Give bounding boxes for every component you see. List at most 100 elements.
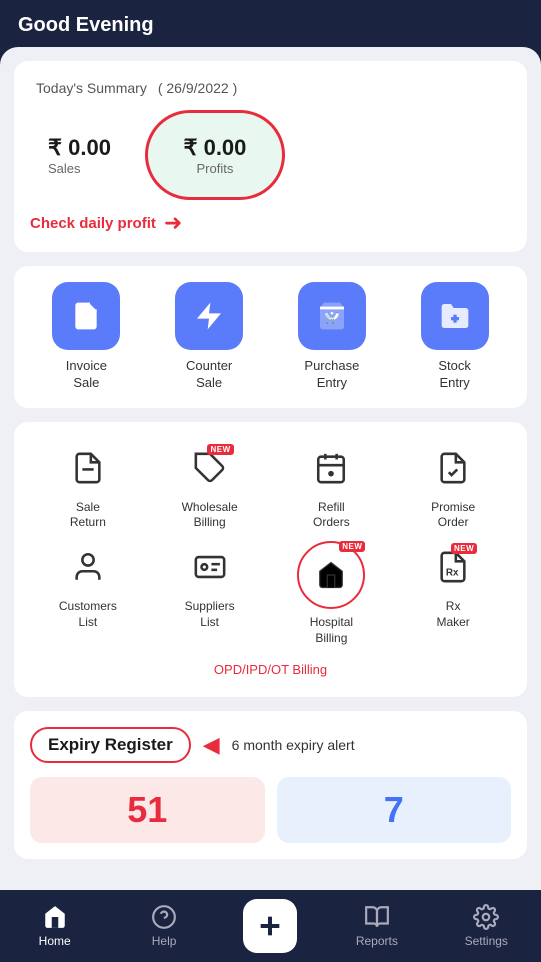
stock-entry-label: StockEntry xyxy=(438,358,471,392)
expiry-numbers: 51 7 xyxy=(30,777,511,843)
expiry-title-circle[interactable]: Expiry Register xyxy=(30,727,191,763)
nav-reports[interactable]: Reports xyxy=(347,904,407,948)
rx-icon: Rx xyxy=(436,550,470,584)
hospital-billing-circle: NEW xyxy=(297,541,365,609)
sales-box: ₹ 0.00 Sales xyxy=(30,125,129,186)
summary-date: ( 26/9/2022 ) xyxy=(158,80,237,96)
counter-sale-icon-btn xyxy=(175,282,243,350)
expiry-red-box[interactable]: 51 xyxy=(30,777,265,843)
refill-orders-label: RefillOrders xyxy=(313,500,350,531)
gear-icon xyxy=(473,904,499,930)
tag-icon xyxy=(193,451,227,485)
new-badge-rx: NEW xyxy=(451,543,477,554)
stock-entry-icon-btn xyxy=(421,282,489,350)
home-icon xyxy=(42,904,68,930)
invoice-sale-button[interactable]: InvoiceSale xyxy=(52,282,120,392)
expiry-header: Expiry Register ◀ 6 month expiry alert xyxy=(30,727,511,763)
user-icon xyxy=(71,550,105,584)
opd-text: OPD/IPD/OT Billing xyxy=(30,662,511,677)
nav-settings[interactable]: Settings xyxy=(456,904,516,948)
bottom-nav: Home Help Reports Settings xyxy=(0,890,541,962)
sale-return-icon xyxy=(62,442,114,494)
sale-return-label: SaleReturn xyxy=(70,500,106,531)
nav-help[interactable]: Help xyxy=(134,904,194,948)
svg-text:Rx: Rx xyxy=(446,567,459,578)
file-icon xyxy=(70,300,102,332)
file-return-icon xyxy=(71,451,105,485)
rx-maker-icon: NEW Rx xyxy=(427,541,479,593)
bolt-icon xyxy=(193,300,225,332)
nav-reports-label: Reports xyxy=(356,934,398,948)
reports-icon xyxy=(364,904,390,930)
rx-maker-button[interactable]: NEW Rx RxMaker xyxy=(395,541,511,646)
expiry-register-card: Expiry Register ◀ 6 month expiry alert 5… xyxy=(14,711,527,859)
profit-box[interactable]: ₹ 0.00 Profits xyxy=(145,110,285,200)
purchase-entry-icon-btn: 🛒 xyxy=(298,282,366,350)
sale-return-button[interactable]: SaleReturn xyxy=(30,442,146,531)
expiry-title: Expiry Register xyxy=(48,735,173,754)
quick-actions-grid: InvoiceSale CounterSale � xyxy=(30,282,511,392)
secondary-grid: SaleReturn NEW WholesaleBilling xyxy=(30,438,511,681)
invoice-sale-icon-btn xyxy=(52,282,120,350)
nav-add-button[interactable] xyxy=(243,899,297,953)
check-profit-row[interactable]: Check daily profit ➜ xyxy=(30,210,511,236)
hospital-billing-label: HospitalBilling xyxy=(310,615,353,646)
refill-orders-button[interactable]: RefillOrders xyxy=(274,442,390,531)
expiry-blue-number: 7 xyxy=(384,789,404,831)
new-badge-hospital: NEW xyxy=(339,541,365,552)
check-profit-text: Check daily profit xyxy=(30,215,156,232)
summary-values: ₹ 0.00 Sales ₹ 0.00 Profits xyxy=(30,110,511,200)
sales-label: Sales xyxy=(48,161,111,176)
suppliers-list-button[interactable]: SuppliersList xyxy=(152,541,268,646)
arrow-right-icon: ➜ xyxy=(164,210,182,236)
nav-home-label: Home xyxy=(39,934,71,948)
cart-icon: 🛒 xyxy=(316,300,348,332)
summary-title: Today's Summary xyxy=(36,80,147,96)
file-check-icon xyxy=(436,451,470,485)
wholesale-billing-icon: NEW xyxy=(184,442,236,494)
summary-title-row: Today's Summary ( 26/9/2022 ) xyxy=(30,77,511,98)
promise-order-label: PromiseOrder xyxy=(431,500,475,531)
promise-order-icon xyxy=(427,442,479,494)
expiry-red-number: 51 xyxy=(127,789,167,831)
expiry-arrow-icon: ◀ xyxy=(203,732,220,758)
purchase-entry-button[interactable]: 🛒 PurchaseEntry xyxy=(298,282,366,392)
expiry-blue-box[interactable]: 7 xyxy=(277,777,512,843)
rx-maker-label: RxMaker xyxy=(436,599,469,630)
calendar-icon xyxy=(314,451,348,485)
profit-amount: ₹ 0.00 xyxy=(183,135,246,161)
header: Good Evening xyxy=(0,0,541,47)
counter-sale-label: CounterSale xyxy=(186,358,232,392)
nav-home[interactable]: Home xyxy=(25,904,85,948)
suppliers-list-label: SuppliersList xyxy=(185,599,235,630)
id-card-icon xyxy=(193,550,227,584)
main-content: Today's Summary ( 26/9/2022 ) ₹ 0.00 Sal… xyxy=(0,47,541,953)
wholesale-billing-label: WholesaleBilling xyxy=(182,500,238,531)
help-icon xyxy=(151,904,177,930)
new-badge-wholesale: NEW xyxy=(207,444,233,455)
promise-order-button[interactable]: PromiseOrder xyxy=(395,442,511,531)
customers-list-icon xyxy=(62,541,114,593)
profit-label: Profits xyxy=(197,161,234,176)
purchase-entry-label: PurchaseEntry xyxy=(304,358,359,392)
secondary-actions-card: SaleReturn NEW WholesaleBilling xyxy=(14,422,527,697)
sales-amount: ₹ 0.00 xyxy=(48,135,111,161)
expiry-alert-text: 6 month expiry alert xyxy=(232,737,355,753)
plus-icon xyxy=(254,910,286,942)
folder-plus-icon xyxy=(439,300,471,332)
svg-text:🛒: 🛒 xyxy=(325,311,338,324)
nav-settings-label: Settings xyxy=(465,934,508,948)
nav-help-label: Help xyxy=(152,934,177,948)
counter-sale-button[interactable]: CounterSale xyxy=(175,282,243,392)
refill-orders-icon xyxy=(305,442,357,494)
invoice-sale-label: InvoiceSale xyxy=(66,358,107,392)
hospital-icon xyxy=(316,560,346,590)
wholesale-billing-button[interactable]: NEW WholesaleBilling xyxy=(152,442,268,531)
quick-actions-card: InvoiceSale CounterSale � xyxy=(14,266,527,408)
greeting: Good Evening xyxy=(18,14,523,37)
hospital-billing-button[interactable]: NEW HospitalBilling xyxy=(274,541,390,646)
summary-card: Today's Summary ( 26/9/2022 ) ₹ 0.00 Sal… xyxy=(14,61,527,252)
suppliers-list-icon xyxy=(184,541,236,593)
customers-list-button[interactable]: CustomersList xyxy=(30,541,146,646)
stock-entry-button[interactable]: StockEntry xyxy=(421,282,489,392)
